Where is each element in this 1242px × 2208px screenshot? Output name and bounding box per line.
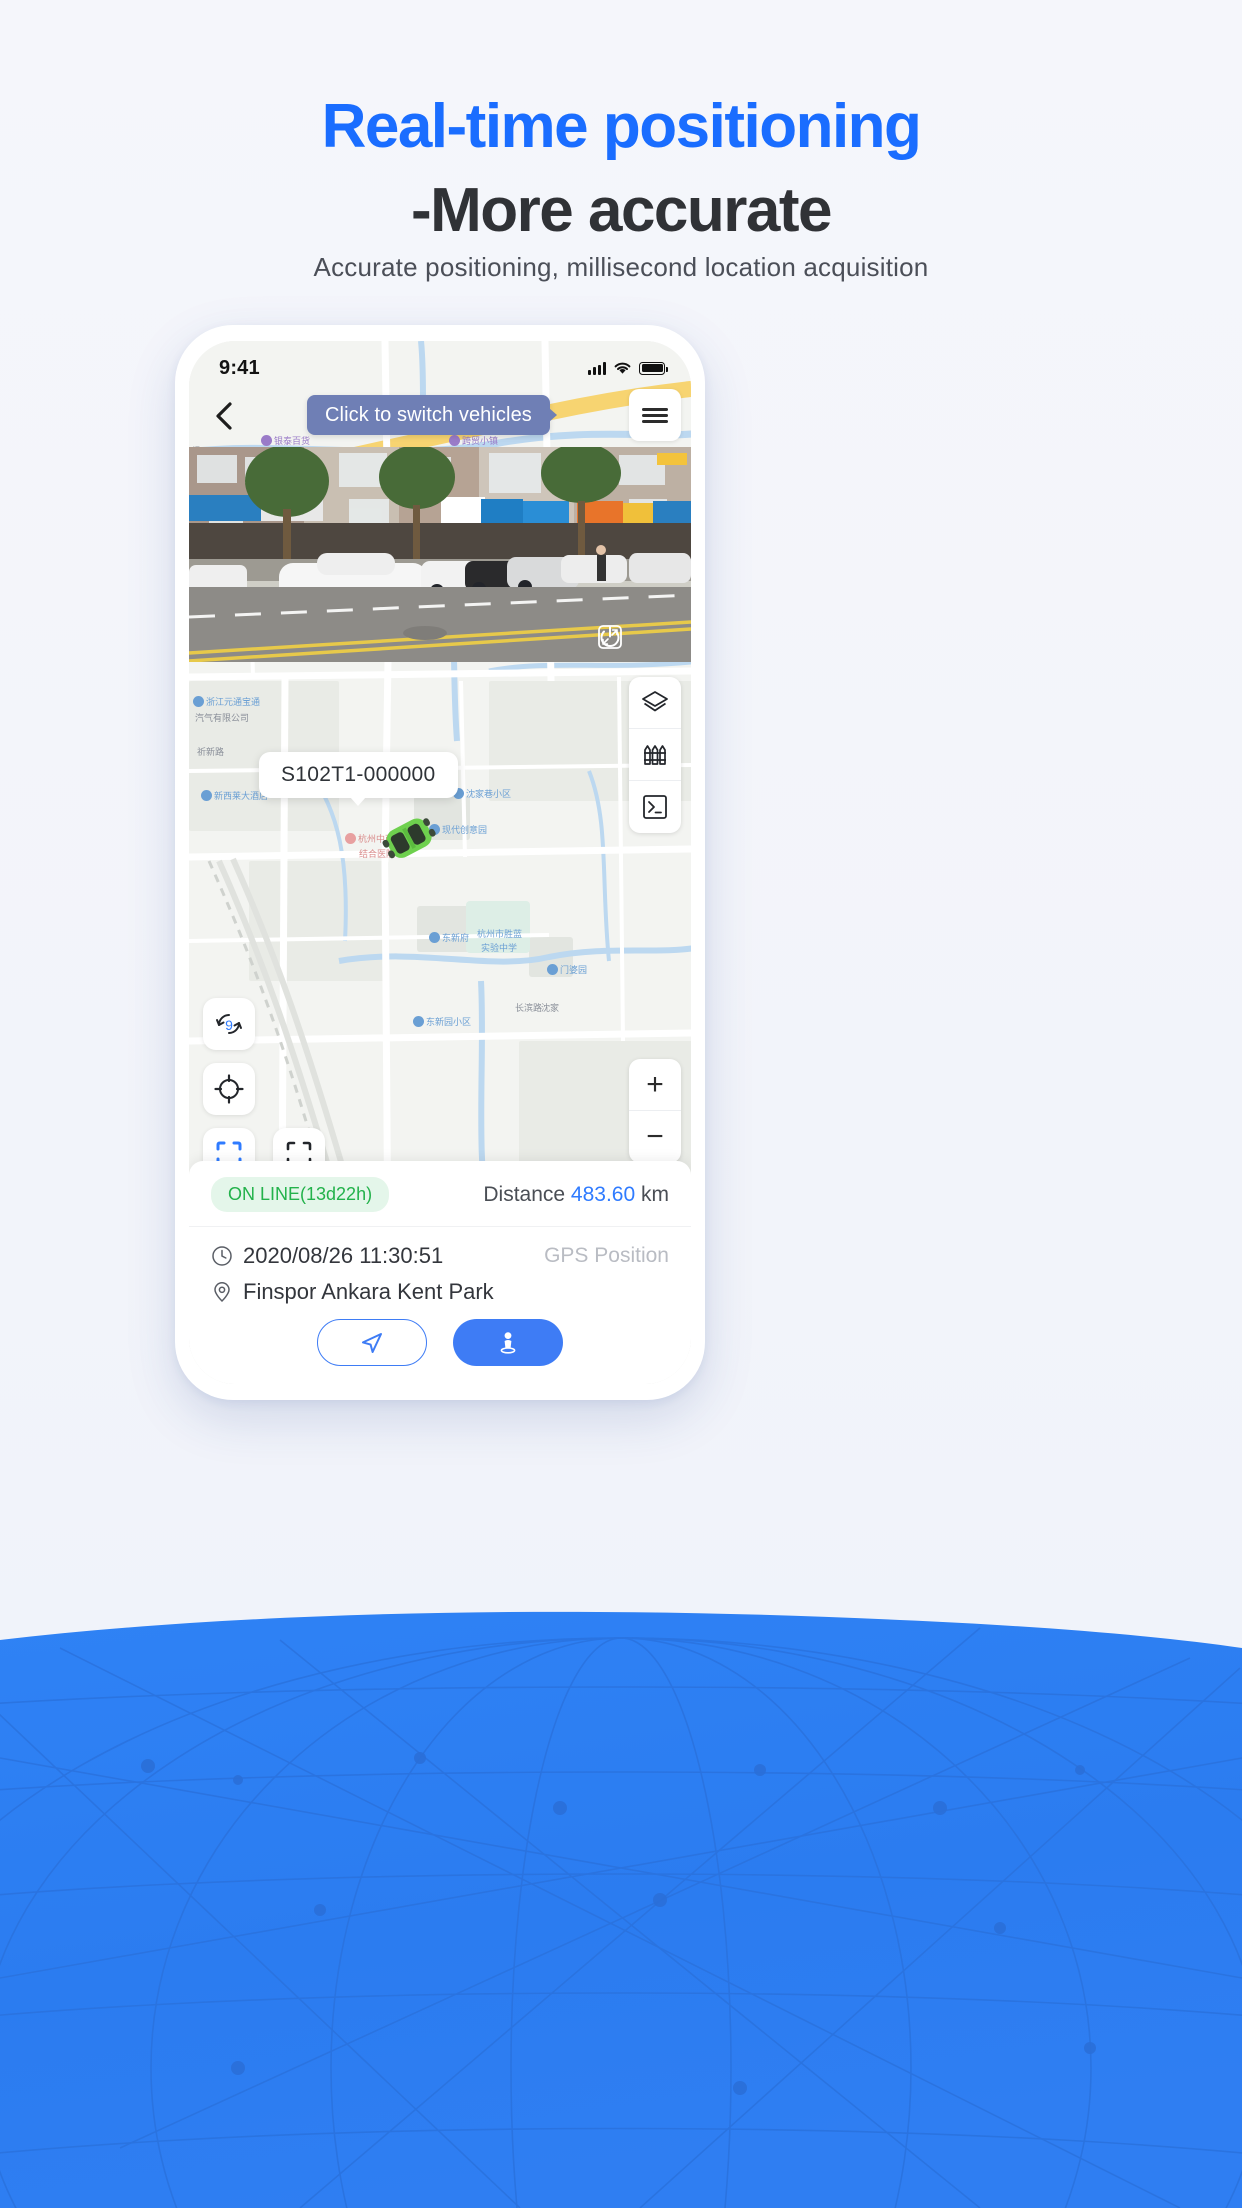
poi-dot-icon — [547, 964, 558, 975]
vehicle-marker[interactable] — [379, 816, 441, 869]
info-card-time-row: 2020/08/26 11:30:51 GPS Position — [189, 1227, 691, 1273]
distance-label: Distance — [483, 1182, 566, 1206]
info-card-status-row: ON LINE(13d22h) Distance 483.60 km — [189, 1161, 691, 1227]
zoom-in-button[interactable]: + — [629, 1059, 681, 1111]
timestamp-value: 2020/08/26 11:30:51 — [243, 1243, 444, 1268]
geofence-button[interactable] — [629, 729, 681, 781]
map-poi-label: 祈新路 — [197, 748, 225, 758]
locate-button[interactable] — [203, 1063, 255, 1115]
distance-unit: km — [641, 1182, 669, 1206]
poi-dot-icon — [201, 790, 212, 801]
vehicle-label-callout[interactable]: S102T1-000000 — [259, 752, 458, 806]
distance-value: 483.60 — [570, 1182, 636, 1206]
position-type-label: GPS Position — [544, 1244, 669, 1267]
app-top-nav: Click to switch vehicles — [189, 387, 691, 445]
refresh-countdown-value: 9 — [225, 1017, 233, 1034]
map-poi-label: 杭州市胜蓝 — [477, 930, 523, 940]
info-card-actions — [189, 1313, 691, 1384]
map-poi-label: 长滨路 — [515, 1004, 543, 1014]
poi-dot-icon — [413, 1016, 424, 1027]
pegman-icon — [500, 1331, 516, 1354]
map-poi-label: 门婆园 — [547, 963, 587, 976]
wifi-icon — [614, 362, 631, 374]
battery-full-icon — [639, 361, 668, 375]
map-poi-label: 汽气有限公司 — [195, 714, 250, 724]
map-layers-button[interactable] — [629, 677, 681, 729]
map-zoom-controls: + − — [629, 1059, 681, 1163]
map-poi-label: 东新园小区 — [413, 1015, 471, 1028]
poi-dot-icon — [429, 932, 440, 943]
background-globe-graphic — [0, 1508, 1242, 2208]
switch-vehicles-tooltip[interactable]: Click to switch vehicles — [307, 395, 557, 435]
address-value: Finspor Ankara Kent Park — [243, 1279, 494, 1304]
phone-screen: 场 银泰百货 跨贸小镇 新天地新远影城 中 境电 商务综合试验 浙江元通宝通 汽… — [189, 341, 691, 1384]
map-poi-label: 浙江元通宝通 — [193, 695, 260, 708]
camera-power-button[interactable] — [600, 624, 677, 650]
vehicle-info-card: ON LINE(13d22h) Distance 483.60 km 2020/… — [189, 1161, 691, 1384]
map-poi-label: 新西莱大酒店 — [201, 789, 268, 802]
layers-icon — [642, 690, 668, 711]
back-button[interactable] — [203, 395, 245, 437]
map-poi-label: 实验中学 — [481, 944, 518, 954]
terminal-icon — [643, 795, 667, 819]
distance-readout: Distance 483.60 km — [483, 1183, 669, 1207]
status-bar: 9:41 — [189, 341, 691, 387]
green-car-icon — [382, 818, 436, 859]
menu-button[interactable] — [629, 389, 681, 441]
page-subtitle: Accurate positioning, millisecond locati… — [313, 252, 929, 282]
page-title-line1: Real-time positioning — [321, 92, 922, 161]
map-tools-rail — [629, 677, 681, 833]
chevron-left-icon — [216, 402, 232, 430]
map-pin-icon — [214, 1282, 230, 1303]
navigation-arrow-icon — [362, 1332, 382, 1353]
status-bar-clock: 9:41 — [219, 356, 260, 379]
live-camera-view[interactable] — [189, 447, 691, 662]
map-poi-label: 沈家巷小区 — [453, 787, 511, 800]
command-console-button[interactable] — [629, 781, 681, 833]
poi-hospital-icon — [345, 833, 356, 844]
map-poi-label: 东新府 — [429, 931, 469, 944]
navigate-button[interactable] — [317, 1319, 427, 1366]
poi-dot-icon — [193, 696, 204, 707]
zoom-out-button[interactable]: − — [629, 1111, 681, 1163]
power-off-icon — [600, 626, 620, 647]
phone-mockup: 场 银泰百货 跨贸小镇 新天地新远影城 中 境电 商务综合试验 浙江元通宝通 汽… — [175, 325, 705, 1400]
info-card-address-row: Finspor Ankara Kent Park — [189, 1273, 691, 1313]
hamburger-menu-icon — [642, 405, 668, 426]
fence-icon — [644, 744, 666, 765]
map-poi-label: 沈家 — [541, 1004, 560, 1014]
page-title-line2: -More accurate — [410, 176, 833, 245]
cellular-signal-icon — [588, 362, 606, 375]
clock-icon — [212, 1246, 232, 1266]
page-title: Real-time positioning -More accurate — [0, 96, 1242, 242]
auto-refresh-button[interactable]: 9 — [203, 998, 255, 1050]
street-view-button[interactable] — [453, 1319, 563, 1366]
status-badge: ON LINE(13d22h) — [211, 1177, 390, 1212]
crosshair-icon — [214, 1074, 244, 1104]
